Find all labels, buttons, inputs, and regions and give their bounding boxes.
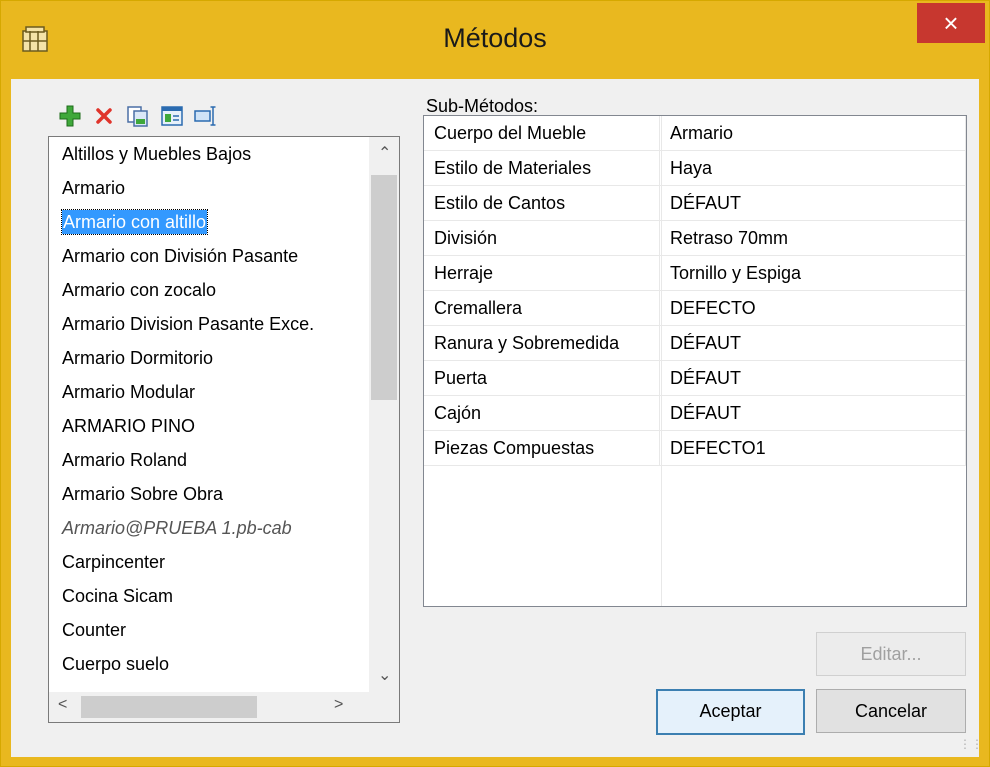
methods-toolbar: [57, 101, 219, 131]
list-item[interactable]: Cuerpo suelo: [49, 647, 359, 681]
window-title: Métodos: [443, 23, 547, 53]
table-row[interactable]: Piezas Compuestas DEFECTO1: [424, 430, 966, 466]
horizontal-scrollbar[interactable]: < >: [49, 692, 399, 722]
title-bar: Métodos ×: [1, 1, 989, 79]
scroll-right-icon[interactable]: >: [334, 696, 343, 714]
vertical-scroll-thumb[interactable]: [371, 175, 397, 400]
sub-methods-label: Sub-Métodos:: [426, 96, 539, 116]
delete-icon[interactable]: [91, 103, 117, 129]
rename-icon[interactable]: [193, 103, 219, 129]
table-row[interactable]: División Retraso 70mm: [424, 220, 966, 256]
list-item[interactable]: Armario: [49, 171, 359, 205]
table-row[interactable]: Puerta DÉFAUT: [424, 360, 966, 396]
list-item[interactable]: Armario Sobre Obra: [49, 477, 359, 511]
resize-grip-icon[interactable]: ⋮⋮: [959, 737, 983, 751]
add-icon[interactable]: [57, 103, 83, 129]
list-item[interactable]: Altillos y Muebles Bajos: [49, 137, 359, 171]
methods-list-items: Altillos y Muebles Bajos Armario Armario…: [49, 137, 359, 681]
methods-dialog: Métodos × Altillos y Muebles Bajos Armar…: [0, 0, 990, 767]
list-item[interactable]: Armario Roland: [49, 443, 359, 477]
cancel-button[interactable]: Cancelar: [816, 689, 966, 733]
list-item-selected[interactable]: Armario con altillo: [49, 205, 359, 239]
methods-list[interactable]: Altillos y Muebles Bajos Armario Armario…: [48, 136, 400, 723]
list-item[interactable]: Armario con zocalo: [49, 273, 359, 307]
table-row[interactable]: Cuerpo del Mueble Armario: [424, 116, 966, 151]
horizontal-scroll-thumb[interactable]: [81, 696, 257, 718]
list-item[interactable]: ARMARIO PINO: [49, 409, 359, 443]
scroll-left-icon[interactable]: <: [58, 696, 67, 714]
table-row[interactable]: Cremallera DEFECTO: [424, 290, 966, 326]
list-item[interactable]: Cocina Sicam: [49, 579, 359, 613]
edit-button[interactable]: Editar...: [816, 632, 966, 676]
copy-icon[interactable]: [125, 103, 151, 129]
list-item[interactable]: Armario con División Pasante: [49, 239, 359, 273]
scroll-up-icon[interactable]: ⌃: [378, 143, 391, 163]
dialog-body: Altillos y Muebles Bajos Armario Armario…: [11, 79, 983, 757]
sub-methods-grid: Cuerpo del Mueble Armario Estilo de Mater…: [423, 115, 967, 607]
column-divider: [661, 116, 662, 606]
list-item[interactable]: Armario Modular: [49, 375, 359, 409]
table-row[interactable]: Cajón DÉFAUT: [424, 395, 966, 431]
table-row[interactable]: Estilo de Cantos DÉFAUT: [424, 185, 966, 221]
table-row[interactable]: Ranura y Sobremedida DÉFAUT: [424, 325, 966, 361]
list-item[interactable]: Armario@PRUEBA 1.pb-cab: [49, 511, 359, 545]
table-row[interactable]: Estilo de Materiales Haya: [424, 150, 966, 186]
vertical-scrollbar[interactable]: ⌃ ⌄: [369, 137, 399, 692]
list-item[interactable]: Carpincenter: [49, 545, 359, 579]
list-item[interactable]: Armario Dormitorio: [49, 341, 359, 375]
list-item[interactable]: Counter: [49, 613, 359, 647]
table-row[interactable]: Herraje Tornillo y Espiga: [424, 255, 966, 291]
properties-icon[interactable]: [159, 103, 185, 129]
scroll-down-icon[interactable]: ⌄: [378, 665, 391, 685]
close-button[interactable]: ×: [917, 3, 985, 43]
accept-button[interactable]: Aceptar: [656, 689, 805, 735]
list-item[interactable]: Armario Division Pasante Exce.: [49, 307, 359, 341]
